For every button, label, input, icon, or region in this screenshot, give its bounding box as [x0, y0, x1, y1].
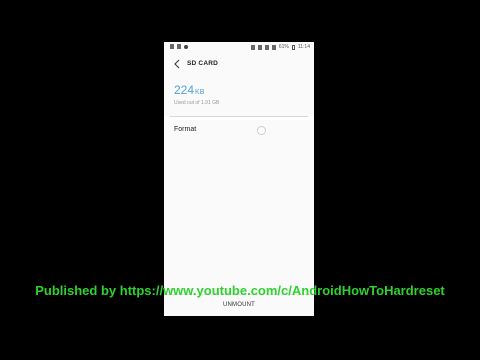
status-right-icons: 61% 11:14 — [250, 44, 310, 50]
storage-subtitle: Used out of 1.91 GB — [174, 100, 220, 106]
phone-screen: 61% 11:14 SD CARD 224KB Used out of 1.91… — [164, 42, 314, 316]
content-area — [164, 140, 314, 294]
app-bar: SD CARD — [164, 53, 314, 75]
format-option[interactable]: Format — [164, 120, 314, 140]
storage-summary: 224KB Used out of 1.91 GB — [164, 75, 314, 116]
watermark-text: Published by https://www.youtube.com/c/A… — [35, 283, 445, 298]
clock: 11:14 — [297, 44, 310, 50]
unmount-button[interactable]: UNMOUNT — [164, 302, 314, 308]
app-icon — [184, 44, 188, 49]
vibrate-icon — [257, 44, 262, 50]
download-icon — [177, 44, 181, 49]
page-title: SD CARD — [187, 60, 219, 67]
nfc-icon — [250, 44, 255, 50]
wifi-icon — [264, 44, 269, 50]
status-bar: 61% 11:14 — [164, 42, 314, 53]
divider — [170, 116, 308, 117]
used-unit: KB — [195, 89, 205, 96]
notification-icon — [170, 44, 174, 49]
status-left-icons — [170, 44, 188, 49]
format-radio-icon[interactable] — [257, 126, 266, 135]
battery-percent: 61% — [278, 44, 289, 50]
used-value: 224 — [174, 83, 195, 97]
format-label: Format — [174, 126, 197, 133]
battery-icon — [291, 44, 295, 50]
signal-icon — [271, 44, 276, 50]
used-amount: 224KB — [174, 83, 204, 97]
back-arrow-icon[interactable] — [172, 58, 182, 70]
